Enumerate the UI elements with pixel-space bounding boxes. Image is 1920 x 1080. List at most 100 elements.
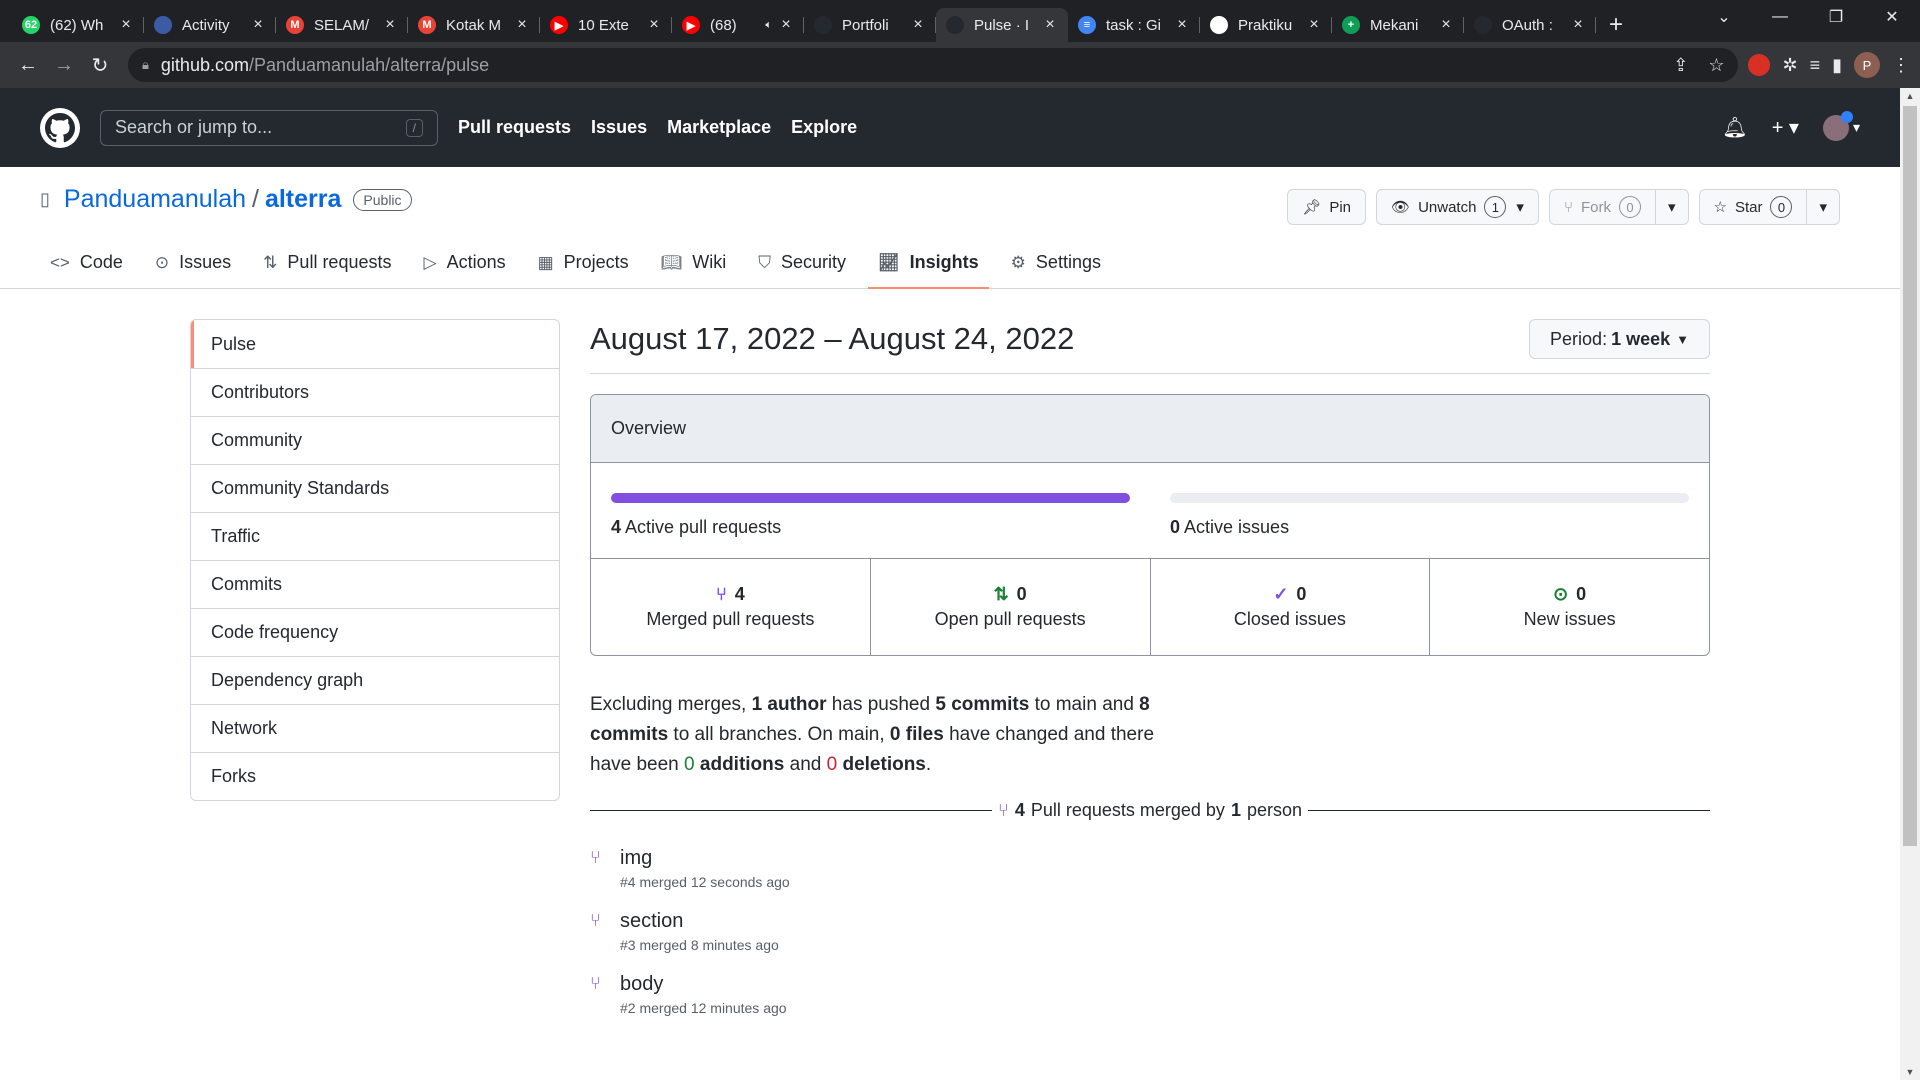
close-tab-icon[interactable]: ×	[382, 16, 398, 34]
close-tab-icon[interactable]: ×	[118, 16, 134, 34]
browser-tab[interactable]: Activity ×	[144, 8, 276, 42]
tab-search-icon[interactable]: ⌄	[1696, 0, 1752, 34]
fork-button[interactable]: ⑂ Fork 0 ▾	[1548, 189, 1689, 225]
active-issues-column[interactable]: 0 Active issues	[1170, 493, 1689, 538]
minimize-icon[interactable]: —	[1752, 0, 1808, 34]
menu-item-code-frequency[interactable]: Code frequency	[191, 608, 559, 656]
kebab-menu-icon[interactable]: ⋮	[1892, 55, 1910, 76]
browser-tab[interactable]: ≡ task : Gi ×	[1068, 8, 1200, 42]
close-tab-icon[interactable]: ×	[1174, 16, 1190, 34]
browser-tab[interactable]: Portfoli ×	[804, 8, 936, 42]
star-button[interactable]: ☆ Star 0 ▾	[1698, 189, 1840, 225]
bookmark-star-icon[interactable]: ☆	[1708, 55, 1724, 76]
scroll-up-icon[interactable]: ▲	[1900, 91, 1920, 101]
menu-item-traffic[interactable]: Traffic	[191, 512, 559, 560]
unwatch-button[interactable]: 👁︎ Unwatch 1 ▾	[1376, 189, 1539, 225]
close-tab-icon[interactable]: ×	[1570, 16, 1586, 34]
browser-tab[interactable]: ▶ 10 Exte ×	[540, 8, 672, 42]
tab-code[interactable]: <> Code	[40, 237, 133, 288]
browser-tab[interactable]: Pulse · I ×	[936, 8, 1068, 42]
side-panel-icon[interactable]: ▮	[1832, 55, 1842, 76]
menu-item-network[interactable]: Network	[191, 704, 559, 752]
scrollbar-thumb[interactable]	[1903, 106, 1917, 846]
caret-down-icon: ▾	[1852, 119, 1860, 135]
nav-issues[interactable]: Issues	[591, 117, 647, 138]
active-prs-column[interactable]: 4 Active pull requests	[611, 493, 1130, 538]
stat-open-prs[interactable]: ⇅ 0 Open pull requests	[869, 559, 1150, 655]
close-window-icon[interactable]: ✕	[1864, 0, 1920, 34]
menu-item-pulse[interactable]: Pulse	[191, 320, 559, 368]
page-scrollbar[interactable]: ▲ ▼	[1900, 88, 1920, 1080]
forward-icon[interactable]: →	[46, 47, 82, 83]
repo-name-link[interactable]: alterra	[265, 185, 341, 214]
pin-button[interactable]: 📌︎ Pin	[1287, 189, 1367, 225]
user-menu[interactable]: ▾	[1822, 110, 1860, 141]
close-tab-icon[interactable]: ×	[1438, 16, 1454, 34]
stat-closed-issues[interactable]: ✓ 0 Closed issues	[1149, 559, 1430, 655]
summary-additions-count: 0	[684, 754, 695, 775]
table-icon: ▦	[537, 252, 554, 272]
close-tab-icon[interactable]: ×	[778, 16, 794, 34]
fork-dropdown[interactable]: ▾	[1654, 190, 1688, 224]
menu-item-commits[interactable]: Commits	[191, 560, 559, 608]
close-tab-icon[interactable]: ×	[1306, 16, 1322, 34]
browser-tab[interactable]: + Mekani ×	[1332, 8, 1464, 42]
pr-title-link[interactable]: section	[620, 910, 779, 933]
active-prs-bar-track	[611, 493, 1130, 503]
tab-actions[interactable]: ▷ Actions	[413, 237, 515, 288]
create-new-dropdown[interactable]: + ▾	[1772, 115, 1799, 140]
close-tab-icon[interactable]: ×	[514, 16, 530, 34]
period-dropdown[interactable]: Period: 1 week ▼	[1529, 319, 1710, 359]
close-tab-icon[interactable]: ×	[250, 16, 266, 34]
nav-explore[interactable]: Explore	[791, 117, 857, 138]
star-dropdown[interactable]: ▾	[1806, 190, 1839, 224]
github-logo-icon[interactable]	[40, 107, 80, 148]
tab-security[interactable]: ⛉ Security	[748, 237, 856, 288]
stat-new-issues[interactable]: ⊙ 0 New issues	[1429, 559, 1709, 655]
speaker-icon[interactable]: 🔈︎	[765, 19, 772, 32]
tab-issues[interactable]: ⊙ Issues	[145, 237, 241, 288]
repo-owner-link[interactable]: Panduamanulah	[64, 185, 246, 214]
back-icon[interactable]: ←	[10, 47, 46, 83]
stat-merged-prs[interactable]: ⑂ 4 Merged pull requests	[591, 559, 870, 655]
notifications-bell-icon[interactable]: 🔔︎	[1722, 115, 1747, 140]
puzzle-icon[interactable]: ✲	[1782, 55, 1797, 76]
browser-tab[interactable]: 62 (62) Wh ×	[12, 8, 144, 42]
lock-icon[interactable]: 🔒︎	[142, 57, 149, 73]
summary-commits-all[interactable]: 8 commits	[590, 694, 1150, 745]
browser-tab[interactable]: M SELAM/ ×	[276, 8, 408, 42]
menu-item-dependency-graph[interactable]: Dependency graph	[191, 656, 559, 704]
new-tab-button[interactable]: +	[1596, 8, 1636, 42]
pr-title-link[interactable]: img	[620, 847, 790, 870]
browser-tab[interactable]: OAuth : ×	[1464, 8, 1596, 42]
profile-avatar[interactable]: P	[1854, 52, 1880, 78]
nav-pull-requests[interactable]: Pull requests	[458, 117, 571, 138]
menu-item-community[interactable]: Community	[191, 416, 559, 464]
media-control-icon[interactable]: ≡	[1810, 55, 1821, 76]
browser-tab[interactable]: M Kotak M ×	[408, 8, 540, 42]
browser-tab[interactable]: Praktiku ×	[1200, 8, 1332, 42]
search-input[interactable]: Search or jump to... /	[100, 109, 438, 146]
close-tab-icon[interactable]: ×	[910, 16, 926, 34]
tab-settings[interactable]: ⚙ Settings	[1001, 237, 1111, 288]
tab-pull-requests[interactable]: ⇅ Pull requests	[253, 237, 401, 288]
menu-item-forks[interactable]: Forks	[191, 752, 559, 800]
restore-icon[interactable]: ❐	[1808, 0, 1864, 34]
tab-insights[interactable]: 📈︎ Insights	[868, 237, 989, 289]
menu-item-contributors[interactable]: Contributors	[191, 368, 559, 416]
summary-commits-main[interactable]: 5 commits	[935, 694, 1029, 715]
pr-title-link[interactable]: body	[620, 973, 787, 996]
summary-authors[interactable]: 1 author	[752, 694, 827, 715]
tab-projects[interactable]: ▦ Projects	[528, 237, 639, 288]
browser-tab[interactable]: ▶ (68) 🔈︎ ×	[672, 8, 804, 42]
extension-icon[interactable]	[1748, 54, 1771, 76]
tab-wiki[interactable]: 📖︎ Wiki	[651, 237, 737, 288]
nav-marketplace[interactable]: Marketplace	[667, 117, 771, 138]
share-icon[interactable]: ⇪	[1673, 55, 1688, 76]
address-bar[interactable]: 🔒︎ github.com/Panduamanulah/alterra/puls…	[128, 48, 1739, 82]
menu-item-community-standards[interactable]: Community Standards	[191, 464, 559, 512]
scroll-down-icon[interactable]: ▼	[1900, 1067, 1920, 1077]
close-tab-icon[interactable]: ×	[646, 16, 662, 34]
reload-icon[interactable]: ↻	[82, 47, 118, 83]
close-tab-icon[interactable]: ×	[1042, 16, 1058, 34]
